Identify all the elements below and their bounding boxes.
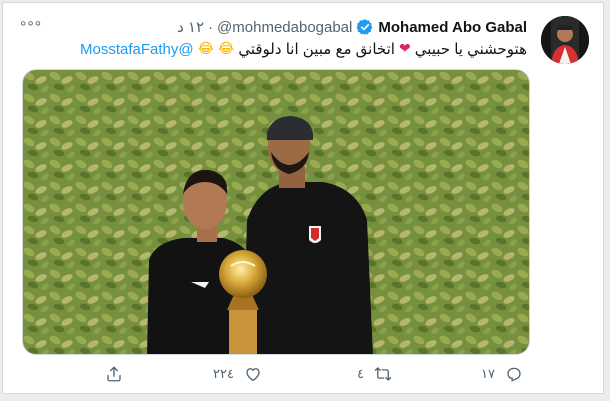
share-icon	[107, 366, 121, 382]
avatar[interactable]	[541, 16, 589, 64]
like-button[interactable]: ٢٢٤	[213, 365, 262, 383]
tweet-photo[interactable]	[22, 69, 530, 355]
tweet-timestamp[interactable]: ١٢ د	[177, 18, 204, 36]
reply-button[interactable]: ١٧	[481, 365, 523, 383]
share-button[interactable]	[105, 365, 123, 383]
like-count: ٢٢٤	[213, 366, 234, 381]
mention-link[interactable]: @MosstafaFathy	[80, 41, 194, 58]
laughing-emoji-icon: 😂	[218, 41, 235, 57]
retweet-button[interactable]: ٤	[357, 365, 392, 383]
tweet-text-main: هتوحشني يا حبيبي	[414, 41, 527, 58]
more-options-icon[interactable]: °°°	[20, 19, 42, 37]
tweet-text-after-heart: اتخانق مع مبين انا دلوقتي	[238, 41, 395, 58]
retweet-icon	[374, 367, 392, 381]
retweet-count: ٤	[357, 366, 364, 381]
verified-badge-icon	[356, 19, 373, 35]
reply-icon	[507, 367, 521, 382]
author-name[interactable]: Mohamed Abo Gabal	[378, 19, 527, 36]
tweet-text: هتوحشني يا حبيبي ❤ اتخانق مع مبين انا دل…	[80, 40, 527, 59]
author-handle[interactable]: @mohmedabogabal	[217, 19, 352, 36]
reply-count: ١٧	[481, 366, 495, 381]
tweet-actions: ١٧ ٤ ٢٢٤	[3, 365, 603, 387]
photo-image	[23, 70, 529, 354]
tweet-card[interactable]: Mohamed Abo Gabal @mohmedabogabal · ١٢ د…	[2, 2, 604, 394]
heart-emoji-icon: ❤	[398, 41, 411, 57]
tweet-header: Mohamed Abo Gabal @mohmedabogabal · ١٢ د	[177, 17, 527, 37]
separator-dot: ·	[208, 18, 214, 36]
laughing-emoji-icon-2: 😂	[197, 41, 214, 57]
heart-icon	[246, 368, 260, 382]
avatar-image	[541, 16, 589, 64]
